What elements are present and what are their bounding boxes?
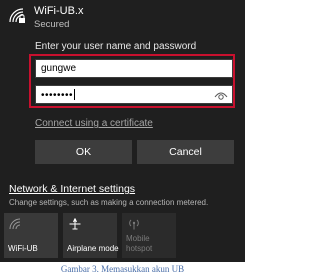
ok-button-label: OK [75, 146, 92, 158]
network-header[interactable]: WiFi-UB.x Secured [8, 4, 238, 32]
username-value: gungwe [41, 63, 77, 74]
cancel-button-label: Cancel [169, 146, 202, 158]
eye-icon[interactable] [214, 89, 228, 101]
credentials-prompt: Enter your user name and password [35, 41, 197, 52]
hotspot-label-line2: hotspot [126, 244, 153, 253]
wifi-icon [9, 218, 21, 230]
wifi-secured-icon [9, 8, 25, 23]
cancel-button[interactable]: Cancel [137, 140, 234, 164]
password-field[interactable]: •••••••• [35, 85, 233, 104]
quick-action-airplane-mode[interactable]: Airplane mode [63, 213, 119, 258]
wifi-flyout-panel: WiFi-UB.x Secured Enter your user name a… [0, 0, 245, 262]
quick-action-label: WiFi-UB [8, 244, 38, 253]
quick-action-mobile-hotspot[interactable]: Mobile hotspot [122, 213, 176, 258]
quick-action-wifi[interactable]: WiFi-UB [4, 213, 58, 258]
airplane-icon [69, 218, 81, 230]
quick-action-label: Airplane mode [67, 244, 119, 253]
password-value: •••••••• [41, 90, 74, 101]
username-field[interactable]: gungwe [35, 59, 233, 78]
hotspot-label-line1: Mobile [126, 234, 150, 243]
network-settings-link[interactable]: Network & Internet settings [9, 183, 135, 195]
network-settings-description: Change settings, such as making a connec… [9, 198, 209, 207]
ok-button[interactable]: OK [35, 140, 132, 164]
network-status: Secured [34, 19, 70, 30]
text-caret [74, 89, 76, 100]
network-name: WiFi-UB.x [34, 5, 84, 17]
quick-action-label: Mobile hotspot [126, 234, 152, 254]
figure-caption: Gambar 3. Memasukkan akun UB [60, 264, 185, 274]
connect-certificate-link[interactable]: Connect using a certificate [35, 118, 153, 129]
hotspot-icon [129, 219, 139, 230]
